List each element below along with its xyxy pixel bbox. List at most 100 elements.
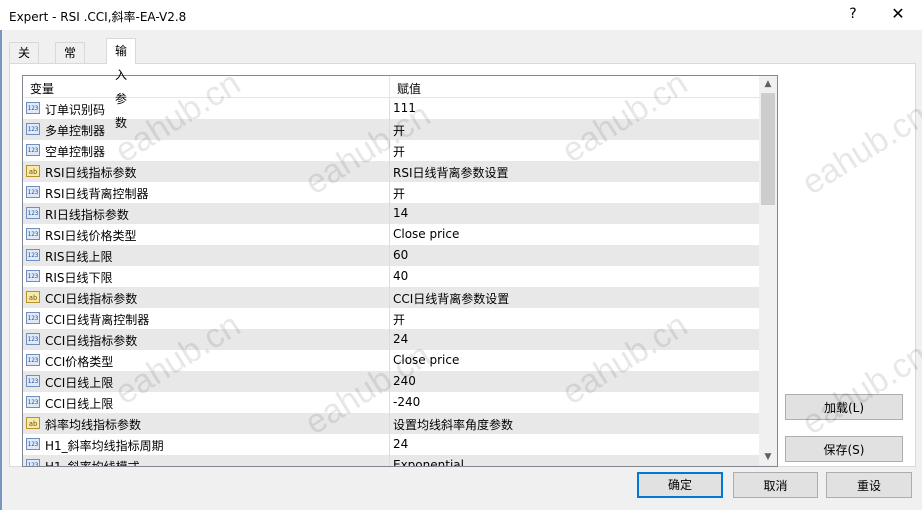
tab-inputs[interactable]: 输入参数	[106, 38, 137, 130]
parameter-row[interactable]: ab 斜率均线指标参数 设置均线斜率角度参数	[23, 413, 759, 434]
tab-about[interactable]: 关于	[9, 42, 40, 80]
tab-common[interactable]: 常用	[55, 42, 86, 80]
vertical-scrollbar[interactable]: ▲ ▼	[759, 76, 777, 466]
parameter-value[interactable]: 14	[393, 206, 408, 220]
row-column-separator	[389, 392, 390, 413]
parameter-value[interactable]: 240	[393, 374, 416, 388]
parameter-value[interactable]: 24	[393, 332, 408, 346]
number-type-icon: 123	[26, 228, 40, 240]
parameter-row[interactable]: 123 空单控制器 开	[23, 140, 759, 161]
parameter-row[interactable]: 123 RSI日线价格类型 Close price	[23, 224, 759, 245]
row-column-separator	[389, 245, 390, 266]
cancel-button[interactable]: 取消	[733, 472, 818, 498]
save-button[interactable]: 保存(S)	[785, 436, 903, 462]
row-column-separator	[389, 287, 390, 308]
parameter-value[interactable]: Close price	[393, 353, 459, 367]
parameter-row[interactable]: 123 多单控制器 开	[23, 119, 759, 140]
parameter-name: 空单控制器	[45, 145, 106, 159]
row-column-separator	[389, 203, 390, 224]
parameter-row[interactable]: 123 CCI日线上限 -240	[23, 392, 759, 413]
parameter-row[interactable]: 123 CCI日线指标参数 24	[23, 329, 759, 350]
parameter-value[interactable]: Exponential	[393, 458, 464, 466]
parameters-grid-body: 变量 赋值 123 订单识别码 111 123 多单控制器开 123 空单控制器开 ab RSI…	[23, 76, 759, 466]
parameter-value[interactable]: 40	[393, 269, 408, 283]
parameter-row[interactable]: ab RSI日线指标参数 RSI日线背离参数设置	[23, 161, 759, 182]
help-button[interactable]: ?	[838, 6, 868, 24]
number-type-icon: 123	[26, 396, 40, 408]
reset-button[interactable]: 重设	[826, 472, 912, 498]
parameter-value[interactable]: CCI日线背离参数设置	[393, 290, 509, 307]
parameter-row[interactable]: 123 订单识别码 111	[23, 98, 759, 119]
scroll-up-icon[interactable]: ▲	[759, 76, 777, 93]
close-button[interactable]: ✕	[880, 4, 916, 26]
column-header-value[interactable]: 赋值	[397, 80, 421, 97]
parameter-value[interactable]: 开	[393, 185, 405, 202]
parameter-name: CCI价格类型	[45, 355, 114, 369]
string-type-icon: ab	[26, 165, 40, 177]
row-column-separator	[389, 350, 390, 371]
row-column-separator	[389, 329, 390, 350]
grid-rows: 123 订单识别码 111 123 多单控制器开 123 空单控制器开 ab RSI日线指标参数…	[23, 98, 759, 466]
parameter-row[interactable]: 123 H1_斜率均线指标周期 24	[23, 434, 759, 455]
parameter-row[interactable]: 123 CCI日线背离控制器 开	[23, 308, 759, 329]
parameter-name: CCI日线指标参数	[45, 292, 138, 306]
row-column-separator	[389, 182, 390, 203]
number-type-icon: 123	[26, 438, 40, 450]
parameter-row[interactable]: 123 RIS日线上限 60	[23, 245, 759, 266]
parameter-name: CCI日线上限	[45, 397, 114, 411]
number-type-icon: 123	[26, 102, 40, 114]
parameter-value[interactable]: 设置均线斜率角度参数	[393, 416, 513, 433]
number-type-icon: 123	[26, 207, 40, 219]
window-left-edge	[0, 30, 2, 510]
scrollbar-thumb[interactable]	[761, 93, 775, 205]
parameter-name: 斜率均线指标参数	[45, 418, 142, 432]
parameter-value[interactable]: 111	[393, 101, 416, 115]
number-type-icon: 123	[26, 270, 40, 282]
string-type-icon: ab	[26, 417, 40, 429]
column-separator[interactable]	[389, 76, 390, 97]
load-button[interactable]: 加载(L)	[785, 394, 903, 420]
parameter-name: RSI日线价格类型	[45, 229, 137, 243]
number-type-icon: 123	[26, 354, 40, 366]
title-bar: Expert - RSI .CCI,斜率-EA-V2.8 ? ✕	[0, 0, 922, 30]
parameter-value[interactable]: 24	[393, 437, 408, 451]
number-type-icon: 123	[26, 186, 40, 198]
ok-button[interactable]: 确定	[637, 472, 723, 498]
parameters-grid: 变量 赋值 123 订单识别码 111 123 多单控制器开 123 空单控制器开 ab RSI…	[22, 75, 778, 467]
parameter-value[interactable]: -240	[393, 395, 420, 409]
parameter-name: H1_斜率均线指标周期	[45, 439, 164, 453]
column-header-variable[interactable]: 变量	[30, 80, 54, 97]
window-title: Expert - RSI .CCI,斜率-EA-V2.8	[9, 10, 187, 24]
parameter-row[interactable]: 123 RIS日线下限 40	[23, 266, 759, 287]
row-column-separator	[389, 413, 390, 434]
number-type-icon: 123	[26, 459, 40, 466]
parameter-name: H1_斜率均线模式	[45, 458, 140, 466]
parameter-row[interactable]: 123 CCI价格类型 Close price	[23, 350, 759, 371]
row-column-separator	[389, 161, 390, 182]
parameter-value[interactable]: 开	[393, 143, 405, 160]
row-column-separator	[389, 308, 390, 329]
parameter-name: 多单控制器	[45, 124, 106, 138]
parameter-row[interactable]: 123 RI日线指标参数 14	[23, 203, 759, 224]
parameter-row[interactable]: 123 CCI日线上限 240	[23, 371, 759, 392]
parameter-name: RSI日线指标参数	[45, 166, 137, 180]
parameter-value[interactable]: Close price	[393, 227, 459, 241]
parameter-name: CCI日线上限	[45, 376, 114, 390]
parameter-name: RI日线指标参数	[45, 208, 129, 222]
parameter-name: CCI日线背离控制器	[45, 313, 150, 327]
number-type-icon: 123	[26, 249, 40, 261]
parameter-row[interactable]: 123 H1_斜率均线模式 Exponential	[23, 455, 759, 466]
row-column-separator	[389, 371, 390, 392]
parameter-value[interactable]: 开	[393, 311, 405, 328]
parameter-row[interactable]: ab CCI日线指标参数 CCI日线背离参数设置	[23, 287, 759, 308]
parameter-name: RIS日线下限	[45, 271, 113, 285]
row-column-separator	[389, 119, 390, 140]
parameter-value[interactable]: 开	[393, 122, 405, 139]
parameter-row[interactable]: 123 RSI日线背离控制器 开	[23, 182, 759, 203]
row-column-separator	[389, 140, 390, 161]
parameter-value[interactable]: RSI日线背离参数设置	[393, 164, 509, 181]
parameter-value[interactable]: 60	[393, 248, 408, 262]
parameter-name: 订单识别码	[45, 103, 106, 117]
row-column-separator	[389, 434, 390, 455]
scroll-down-icon[interactable]: ▼	[759, 449, 777, 466]
